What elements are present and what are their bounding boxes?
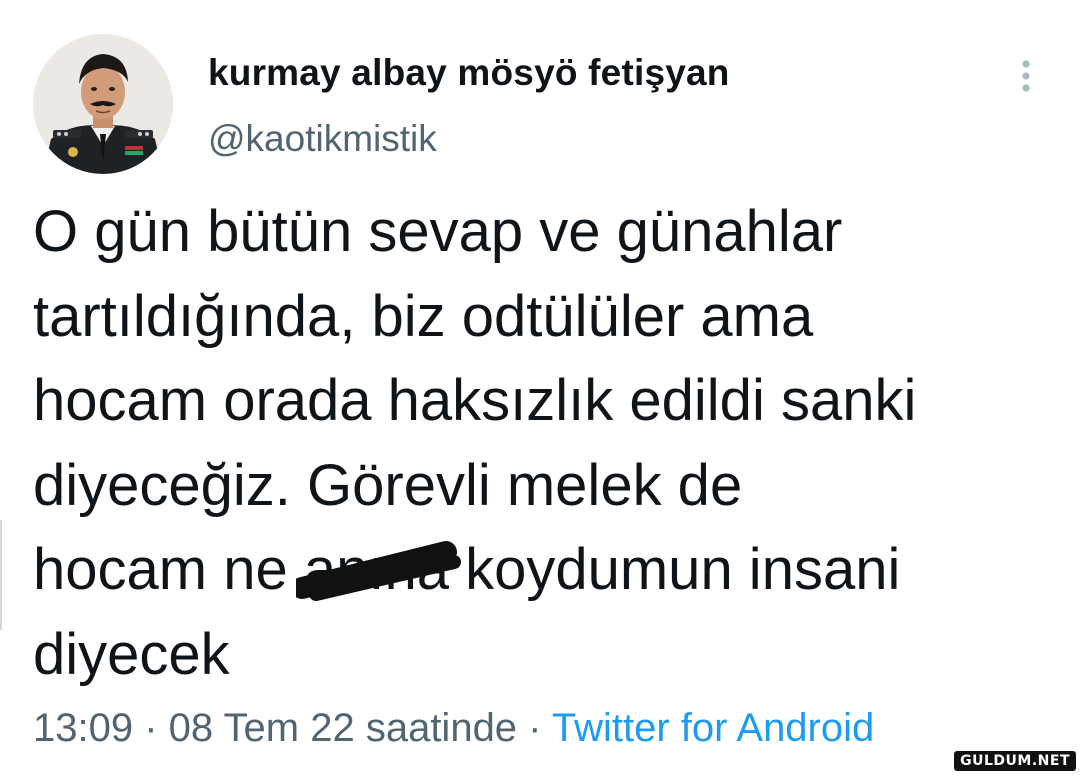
tweet-line: hocam orada haksızlık edildi sanki — [33, 368, 917, 433]
tweet-line: hocam ne anına koydumun insani — [33, 528, 1063, 613]
tweet-meta: 13:09 · 08 Tem 22 saatinde · Twitter for… — [33, 706, 874, 751]
tweet-date[interactable]: 08 Tem 22 saatinde — [169, 706, 517, 750]
censored-word-text: anına — [303, 537, 449, 602]
tweet-text-segment: koydumun insani — [448, 537, 901, 602]
tweet-line: tartıldığında, biz odtülüler ama — [33, 283, 814, 349]
tweet-card: kurmay albay mösyö fetişyan @kaotikmisti… — [0, 0, 1080, 775]
tweet-text: O gün bütün sevap ve günahlar tartıldığı… — [33, 190, 1063, 697]
avatar[interactable] — [33, 34, 173, 174]
tweet-time[interactable]: 13:09 — [33, 706, 133, 750]
author-display-name[interactable]: kurmay albay mösyö fetişyan — [208, 52, 730, 94]
vertical-dots-icon — [1022, 60, 1030, 92]
tweet-text-segment: hocam ne — [33, 537, 304, 602]
left-edge-divider — [0, 520, 2, 630]
tweet-source-link[interactable]: Twitter for Android — [552, 706, 874, 750]
site-watermark: GULDUM.NET — [954, 751, 1076, 771]
tweet-line: diyeceğiz. Görevli melek de — [33, 452, 743, 518]
author-handle[interactable]: @kaotikmistik — [208, 118, 437, 160]
profile-photo-icon — [33, 34, 173, 174]
meta-separator: · — [133, 706, 169, 750]
tweet-line: diyecek — [33, 621, 230, 687]
censored-word: anına — [295, 528, 461, 613]
meta-separator: · — [517, 706, 552, 750]
more-options-button[interactable] — [1010, 58, 1042, 98]
tweet-line: O gün bütün sevap ve günahlar — [33, 199, 843, 264]
